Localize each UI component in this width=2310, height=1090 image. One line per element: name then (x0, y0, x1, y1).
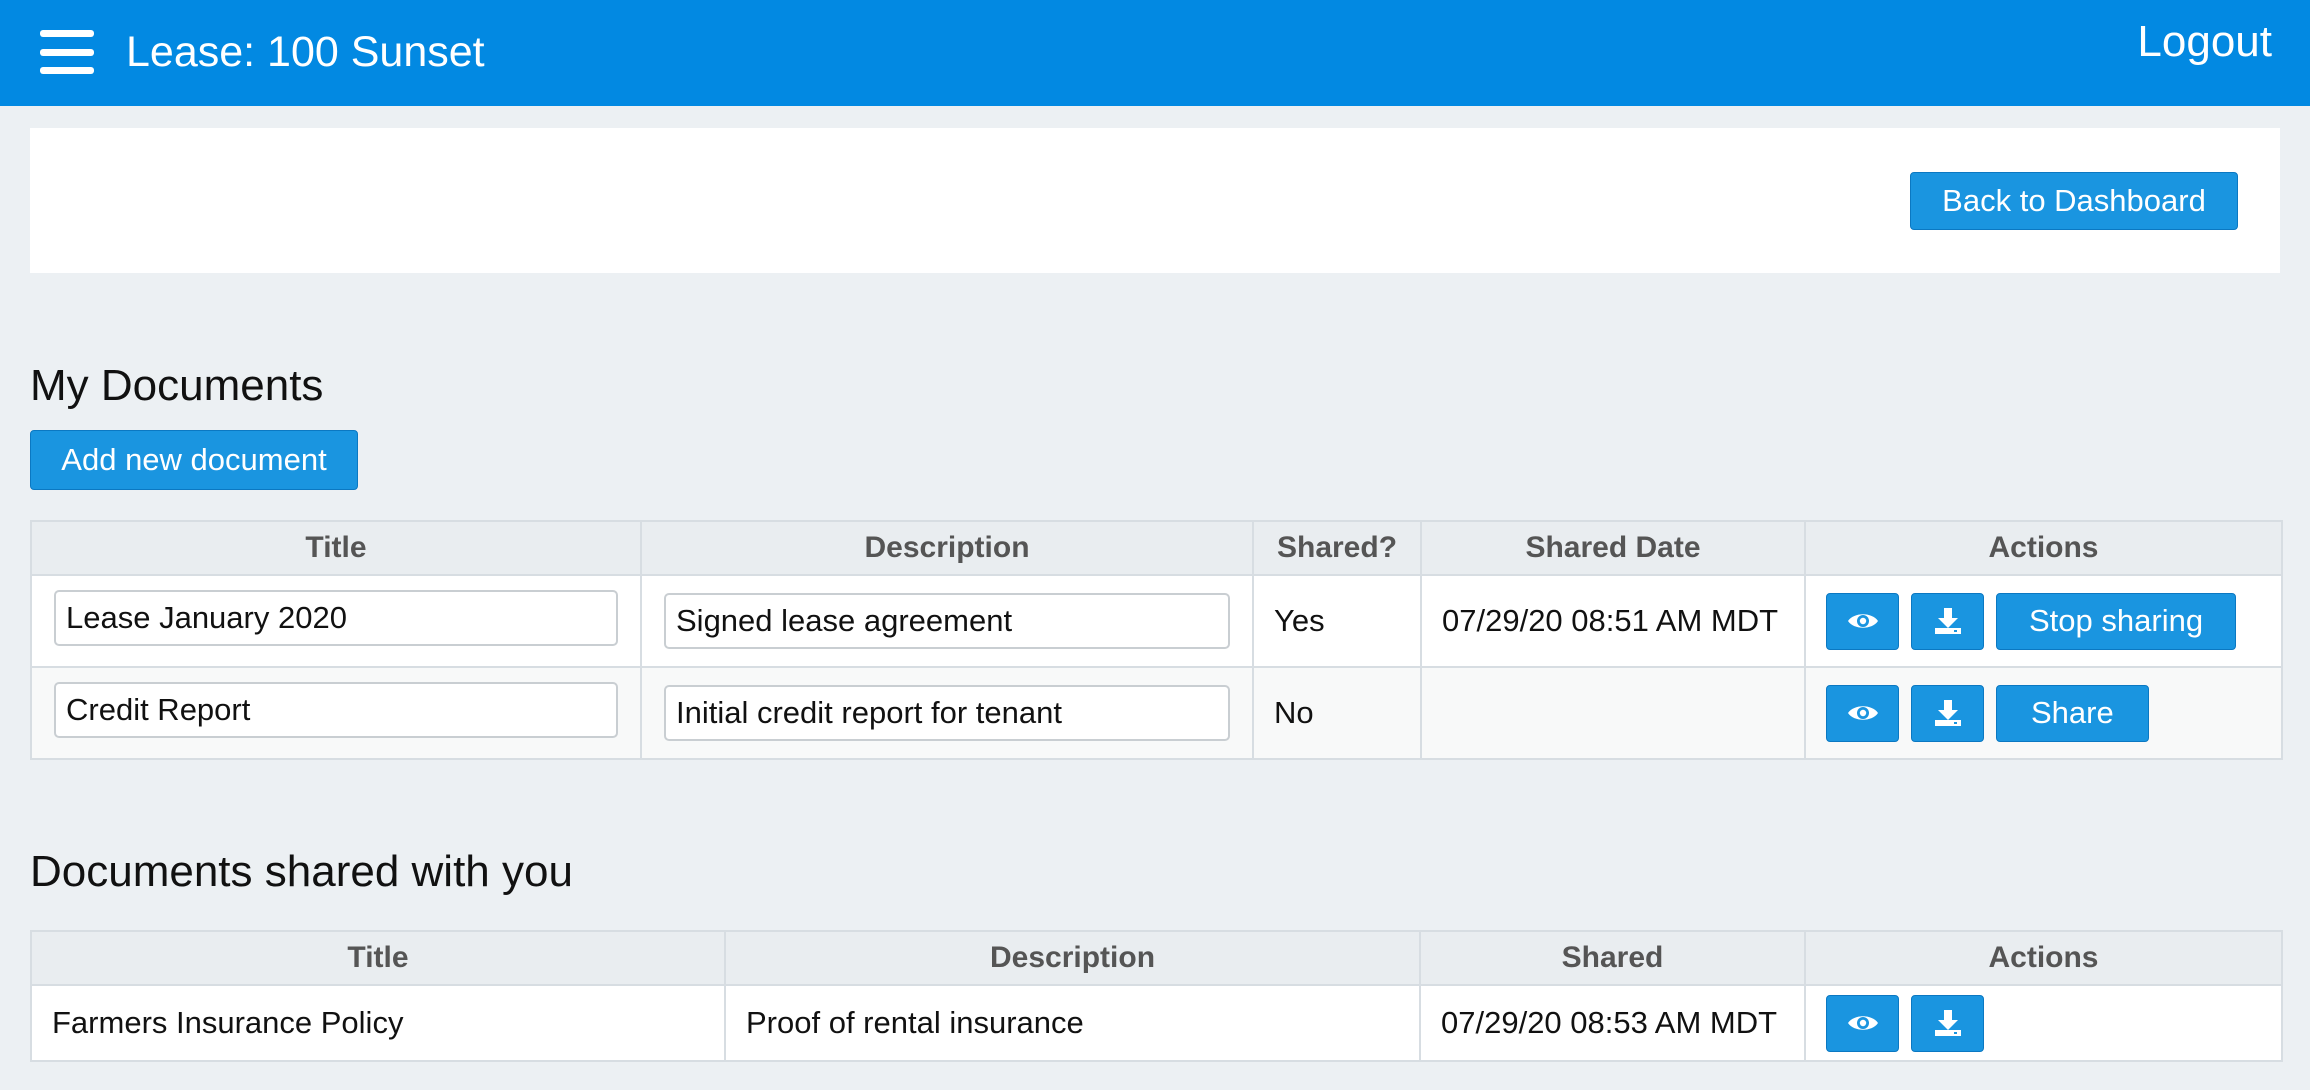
document-title-input[interactable] (54, 590, 618, 646)
download-icon (1934, 1010, 1961, 1036)
shared-document-description: Proof of rental insurance (724, 984, 1421, 1062)
shared-date (1420, 666, 1806, 760)
column-header-description: Description (640, 520, 1254, 576)
document-description-input[interactable] (664, 593, 1230, 649)
shared-date: 07/29/20 08:51 AM MDT (1420, 574, 1806, 668)
table-row: Farmers Insurance Policy Proof of rental… (30, 984, 2283, 1062)
shared-status: Yes (1252, 574, 1422, 668)
add-new-document-button[interactable]: Add new document (30, 430, 358, 490)
document-description-input[interactable] (664, 685, 1230, 741)
shared-date: 07/29/20 08:53 AM MDT (1419, 984, 1806, 1062)
view-button[interactable] (1826, 684, 1899, 742)
download-button[interactable] (1911, 592, 1984, 650)
top-navbar: Lease: 100 Sunset Logout (0, 0, 2310, 106)
column-header-title: Title (30, 930, 726, 986)
logout-link[interactable]: Logout (2137, 16, 2272, 68)
download-icon (1934, 608, 1961, 634)
table-row: Yes 07/29/20 08:51 AM MDT Stop sharing (30, 574, 2283, 668)
column-header-shared: Shared (1419, 930, 1806, 986)
shared-documents-table: Title Description Shared Actions Farmers… (30, 930, 2283, 1062)
eye-icon (1847, 614, 1878, 628)
document-title-input[interactable] (54, 682, 618, 738)
share-button[interactable]: Share (1996, 684, 2149, 742)
eye-icon (1847, 706, 1878, 720)
stop-sharing-button[interactable]: Stop sharing (1996, 592, 2237, 650)
view-button[interactable] (1826, 994, 1899, 1052)
back-to-dashboard-button[interactable]: Back to Dashboard (1910, 172, 2238, 230)
my-documents-table: Title Description Shared? Shared Date Ac… (30, 520, 2283, 760)
column-header-title: Title (30, 520, 642, 576)
shared-documents-heading: Documents shared with you (30, 847, 573, 896)
column-header-actions: Actions (1804, 930, 2283, 986)
row-actions (1826, 994, 2261, 1052)
column-header-shared-date: Shared Date (1420, 520, 1806, 576)
table-row: No Share (30, 666, 2283, 760)
column-header-shared: Shared? (1252, 520, 1422, 576)
download-icon (1934, 700, 1961, 726)
eye-icon (1847, 1016, 1878, 1030)
my-documents-heading: My Documents (30, 361, 324, 410)
shared-status: No (1252, 666, 1422, 760)
view-button[interactable] (1826, 592, 1899, 650)
page-title: Lease: 100 Sunset (126, 28, 485, 76)
row-actions: Stop sharing (1826, 592, 2261, 650)
shared-document-title: Farmers Insurance Policy (30, 984, 726, 1062)
column-header-actions: Actions (1804, 520, 2283, 576)
column-header-description: Description (724, 930, 1421, 986)
download-button[interactable] (1911, 994, 1984, 1052)
hamburger-menu-icon[interactable] (40, 30, 94, 74)
download-button[interactable] (1911, 684, 1984, 742)
row-actions: Share (1826, 684, 2261, 742)
